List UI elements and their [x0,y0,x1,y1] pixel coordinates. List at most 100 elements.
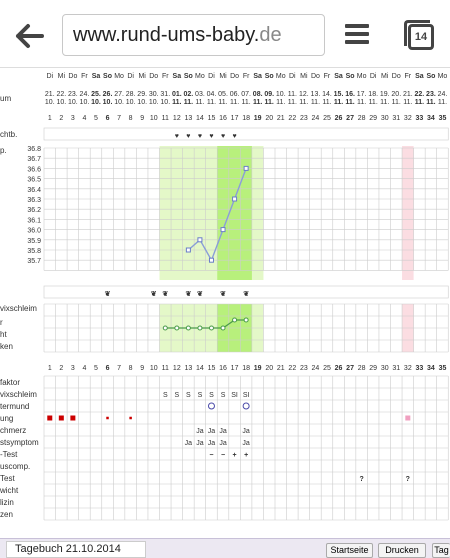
weekday-label: Sa [415,73,424,80]
date-label: 16. [345,91,355,98]
cycle-day-label-lower: 25 [323,365,331,372]
month-label: 11. [438,99,447,106]
secondary-point [220,325,226,331]
duck-icon: ❦ [151,290,157,298]
cycle-day-label: 19 [254,115,262,122]
weekday-label: Di [127,73,134,80]
date-label: 25. [91,91,101,98]
bleeding-mark [405,415,411,421]
date-label: 26. [103,91,113,98]
lh-test-value: − [209,452,213,459]
cycle-day-label: 9 [140,115,144,122]
temp-tick-label: 36.8 [27,146,41,153]
lh-test-value: + [233,452,237,459]
cycle-day-label: 18 [242,115,250,122]
temp-tick-label: 36.4 [27,187,41,194]
date-label: 18. [368,91,378,98]
weekday-label: So [265,73,274,80]
cycle-day-label: 34 [427,115,435,122]
cycle-day-label-lower: 11 [162,365,169,372]
print-button[interactable]: Drucken [378,543,426,558]
cycle-day-label: 29 [369,115,377,122]
secondary-point [162,325,168,331]
month-label: 11. [230,99,239,106]
url-text: www.rund-ums-baby. [73,24,260,46]
weekday-label: Di [370,73,377,80]
month-label: 10. [160,99,170,106]
lh-test-value: + [244,452,248,459]
home-button[interactable]: Startseite [326,543,373,558]
back-arrow-icon[interactable] [14,20,46,52]
row-label-mucus: vixschleim [0,390,37,399]
month-label: 10. [91,99,101,106]
row-label-lh-test: -Test [0,450,18,459]
month-label: 11. [253,99,262,106]
bleeding-mark [106,416,109,420]
cycle-day-label: 3 [71,115,75,122]
tabs-button[interactable]: 14 [402,18,436,52]
heart-icon: ♥ [209,133,213,140]
date-label: 08. [253,91,263,98]
cycle-day-label: 10 [150,115,158,122]
weekday-label: Sa [334,73,343,80]
date-label: 09. [264,91,274,98]
cycle-day-label: 24 [312,115,320,122]
month-label: 11. [345,99,354,106]
date-label: 21. [45,91,55,98]
weekday-label: Di [289,73,296,80]
date-label: 22. [56,91,66,98]
cycle-day-label-lower: 6 [106,365,110,372]
cycle-day-label-lower: 32 [404,365,412,372]
weekday-label: Sa [92,73,101,80]
temp-tick-label: 36.1 [27,217,41,224]
date-label: 11. [288,91,297,98]
test-value: ? [406,476,410,483]
row-label-mittelschmerz: chmerz [0,426,27,435]
month-label: 10. [103,99,113,106]
bleeding-mark [47,415,53,421]
date-label: 30. [149,91,159,98]
temperature-point [243,165,249,171]
month-label: 11. [322,99,331,106]
cycle-day-label: 33 [415,115,423,122]
weekday-label: Do [392,73,401,80]
cycle-day-label: 12 [173,115,181,122]
cycle-day-label: 28 [358,115,366,122]
temp-tick-label: 35.8 [27,248,41,255]
cycle-day-label: 15 [208,115,216,122]
cycle-day-label: 6 [106,115,110,122]
mucus-code: S [163,392,168,399]
duck-icon: ❦ [162,290,168,298]
weekday-label: Do [68,73,77,80]
row-label-notes: zen [0,510,13,519]
cycle-day-label-lower: 28 [358,365,366,372]
row-label-date: um [0,94,12,103]
cycle-day-label: 31 [392,115,400,122]
mittelschmerz-value: Ja [208,428,216,435]
cycle-day-label-lower: 18 [242,365,250,372]
cycle-day-label-lower: 12 [173,365,181,372]
weekday-label: Mi [58,73,66,80]
tab-count: 14 [408,24,434,50]
cycle-day-label-lower: 4 [82,365,86,372]
row-label-intercourse: chtb. [0,130,18,139]
month-label: 10. [114,99,124,106]
duck-icon: ❦ [197,290,203,298]
cycle-day-label: 1 [48,115,52,122]
date-label: 19. [380,91,390,98]
row-label-breast: stsymptom [0,438,39,447]
temperature-point [232,196,238,202]
weekday-label: Fr [324,73,331,80]
day-button[interactable]: Tag [432,543,450,558]
mucus-code: S [221,392,226,399]
month-label: 11. [380,99,389,106]
test-value: ? [359,476,363,483]
temp-tick-label: 36.2 [27,207,41,214]
menu-icon[interactable] [345,24,369,46]
breast-symptom-value: Ja [196,440,204,447]
cervix-circle [242,402,250,410]
month-label: 11. [288,99,297,106]
url-bar[interactable]: www.rund-ums-baby.de [62,14,325,56]
cycle-day-label-lower: 1 [48,365,52,372]
month-label: 11. [172,99,181,106]
